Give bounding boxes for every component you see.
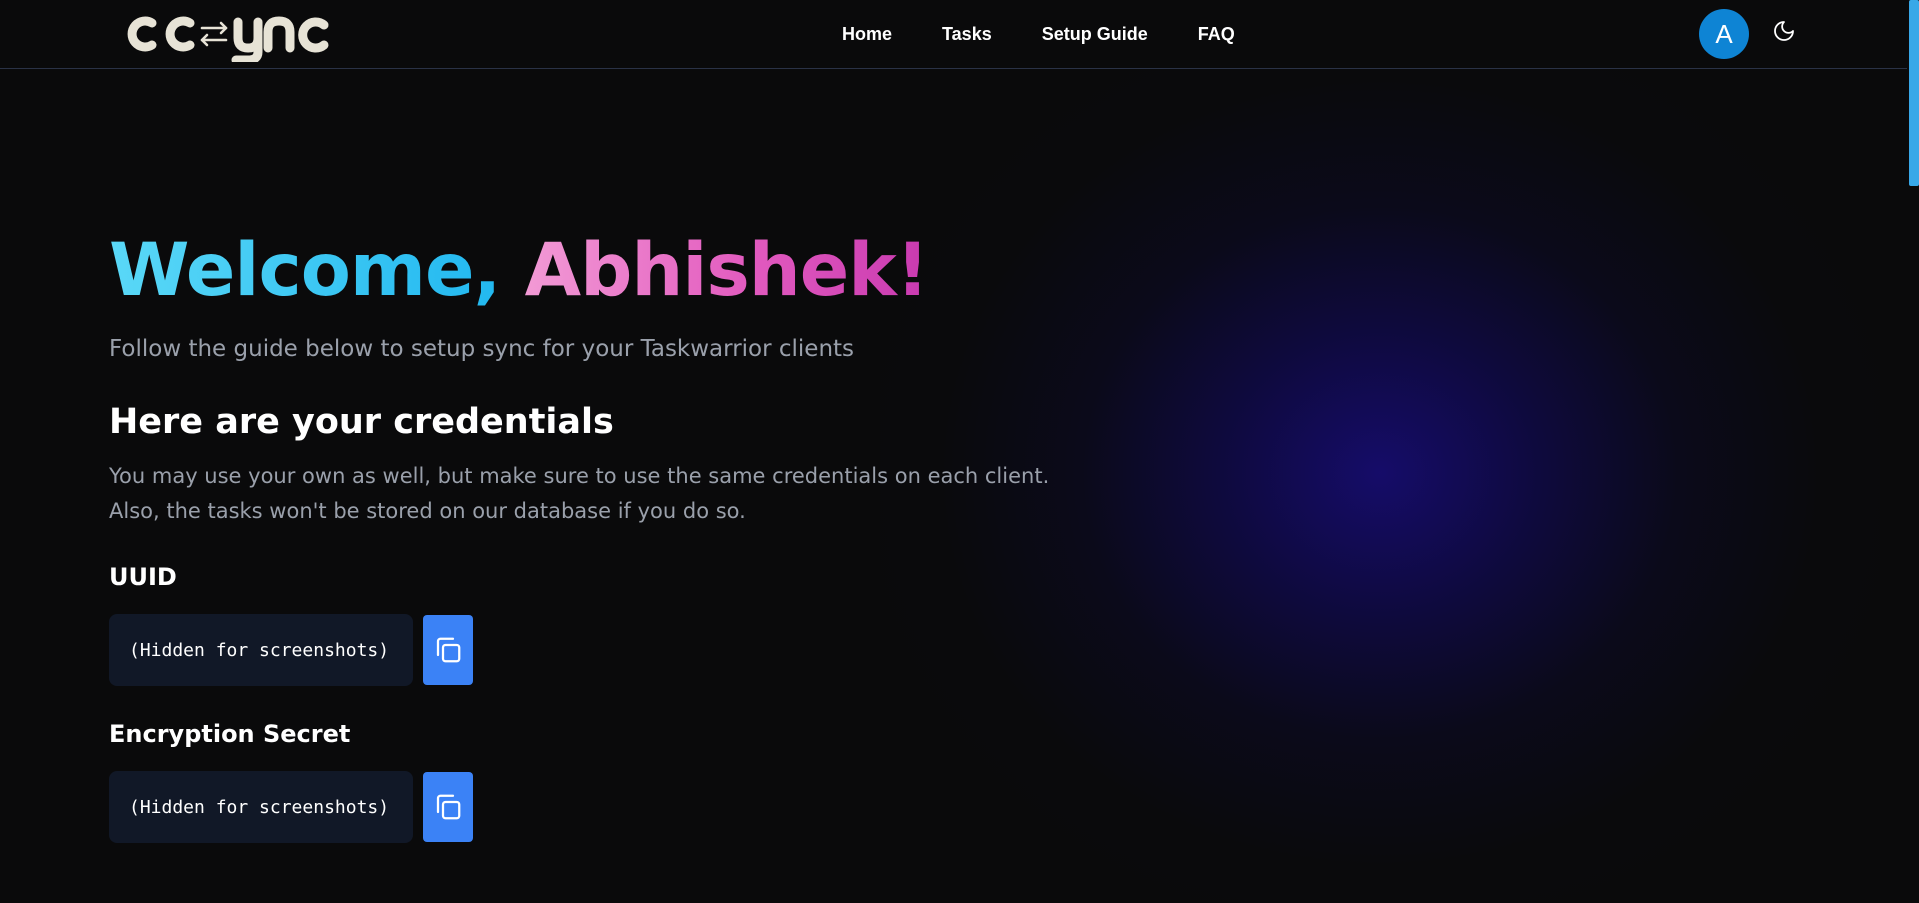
user-avatar[interactable]: A (1699, 9, 1749, 59)
page-subtitle: Follow the guide below to setup sync for… (109, 336, 855, 362)
main-nav: Home Tasks Setup Guide FAQ (842, 0, 1235, 69)
encryption-secret-label: Encryption Secret (109, 720, 351, 748)
welcome-prefix: Welcome, (109, 228, 501, 313)
copy-uuid-button[interactable] (423, 615, 473, 685)
nav-home[interactable]: Home (842, 24, 892, 45)
ccsync-logo[interactable] (118, 8, 340, 65)
copy-icon (436, 794, 461, 820)
welcome-name: Abhishek! (524, 228, 930, 313)
nav-faq[interactable]: FAQ (1198, 24, 1235, 45)
nav-tasks[interactable]: Tasks (942, 24, 992, 45)
encryption-secret-value: (Hidden for screenshots) (109, 771, 413, 843)
copy-encryption-secret-button[interactable] (423, 772, 473, 842)
scrollbar-thumb[interactable] (1909, 0, 1919, 186)
moon-icon[interactable] (1772, 19, 1796, 43)
navbar: Home Tasks Setup Guide FAQ A (0, 0, 1919, 69)
credentials-description-line1: You may use your own as well, but make s… (109, 464, 1050, 488)
copy-icon (436, 637, 461, 663)
ccsync-logo-graphic (127, 16, 329, 65)
uuid-label: UUID (109, 563, 177, 591)
page: Home Tasks Setup Guide FAQ A Welcome, Ab… (0, 0, 1919, 903)
credentials-heading: Here are your credentials (109, 402, 614, 442)
nav-setup-guide[interactable]: Setup Guide (1042, 24, 1148, 45)
credentials-description: You may use your own as well, but make s… (109, 459, 1049, 529)
welcome-heading: Welcome, Abhishek! (109, 226, 930, 316)
uuid-value: (Hidden for screenshots) (109, 614, 413, 686)
credentials-description-line2: Also, the tasks won't be stored on our d… (109, 499, 746, 523)
